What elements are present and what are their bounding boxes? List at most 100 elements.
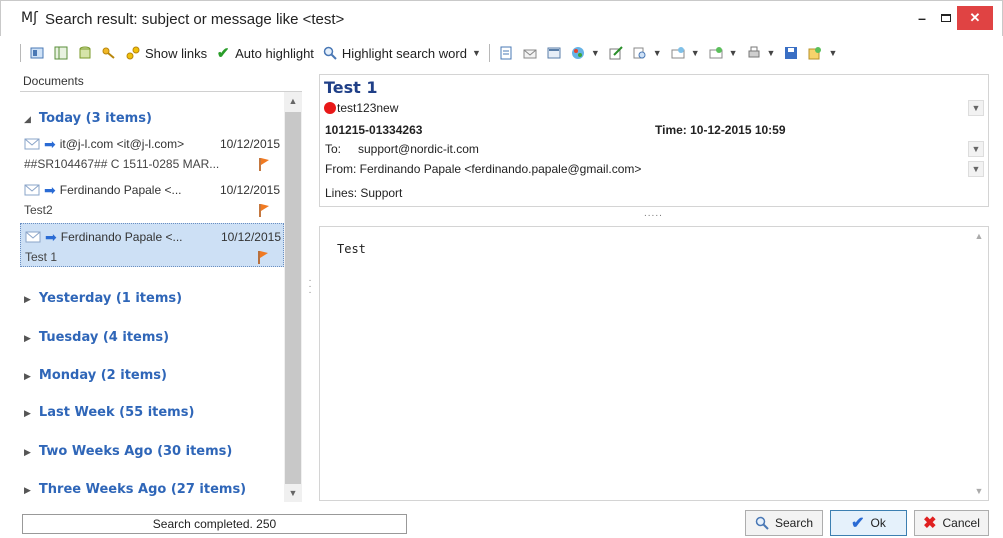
expand-triangle-icon: ▶ bbox=[24, 372, 31, 382]
group-tuesday[interactable]: ▶ Tuesday (4 items) bbox=[24, 330, 169, 345]
list-item-selected[interactable]: ➡ Ferdinando Papale <... 10/12/2015 Test… bbox=[20, 223, 284, 267]
group-label: Last Week (55 items) bbox=[38, 405, 195, 420]
ok-button-label: Ok bbox=[870, 516, 886, 530]
show-links-button[interactable]: Show links bbox=[145, 46, 207, 61]
message-body-scrollbar[interactable]: ▲ ▼ bbox=[970, 227, 988, 500]
expand-triangle-icon: ▶ bbox=[24, 486, 31, 496]
export-icon[interactable] bbox=[807, 45, 823, 61]
chevron-down-icon[interactable]: ▼ bbox=[691, 48, 700, 58]
group-last-week[interactable]: ▶ Last Week (55 items) bbox=[24, 405, 194, 420]
cancel-button-label: Cancel bbox=[942, 516, 980, 530]
message-tag: test123new bbox=[324, 101, 398, 115]
window-icon[interactable] bbox=[546, 45, 562, 61]
message-time: Time: 10-12-2015 10:59 bbox=[655, 123, 786, 137]
save-icon[interactable] bbox=[783, 45, 799, 61]
item-from: it@j-l.com <it@j-l.com> bbox=[59, 137, 185, 151]
item-date: 10/12/2015 bbox=[219, 183, 280, 197]
forward-arrow-icon: ➡ bbox=[45, 228, 57, 245]
expand-triangle-icon: ▶ bbox=[24, 448, 31, 458]
auto-highlight-button[interactable]: Auto highlight bbox=[235, 46, 314, 61]
print-icon[interactable] bbox=[746, 45, 762, 61]
group-label: Two Weeks Ago (30 items) bbox=[38, 444, 233, 459]
group-yesterday[interactable]: ▶ Yesterday (1 items) bbox=[24, 291, 182, 306]
toolbar-separator bbox=[20, 44, 21, 62]
expand-triangle-icon: ▶ bbox=[24, 295, 31, 305]
keys-icon[interactable] bbox=[125, 45, 141, 61]
document-list: ◢ Today (3 items) ➡ it@j-l.com <it@j-l.co… bbox=[20, 92, 284, 502]
message-header: Test 1 test123new ▼ 101215-01334263 Time… bbox=[319, 74, 989, 207]
close-button[interactable]: ✕ bbox=[957, 6, 993, 30]
window-title: Search result: subject or message like <… bbox=[45, 11, 345, 28]
chevron-down-icon[interactable]: ▼ bbox=[968, 141, 984, 157]
scroll-down-icon[interactable]: ▼ bbox=[284, 484, 302, 502]
chevron-down-icon[interactable]: ▼ bbox=[653, 48, 662, 58]
title-bar: Mʃ Search result: subject or message lik… bbox=[0, 0, 1003, 36]
scroll-up-icon[interactable]: ▲ bbox=[970, 227, 988, 245]
toolbar-separator bbox=[488, 44, 490, 62]
scroll-down-icon[interactable]: ▼ bbox=[970, 482, 988, 500]
ok-button[interactable]: ✔ Ok bbox=[830, 510, 907, 536]
item-subject: ##SR104467## C 1511-0285 MAR... bbox=[24, 157, 220, 171]
group-label: Today (3 items) bbox=[38, 111, 152, 126]
group-label: Yesterday (1 items) bbox=[38, 291, 183, 306]
group-label: Tuesday (4 items) bbox=[38, 330, 170, 345]
forward-icon[interactable] bbox=[708, 45, 724, 61]
open-envelope-icon[interactable] bbox=[522, 45, 538, 61]
group-today[interactable]: ◢ Today (3 items) bbox=[24, 111, 152, 126]
item-from: Ferdinando Papale <... bbox=[59, 183, 182, 197]
lines-field: Lines: Support bbox=[325, 186, 403, 200]
chevron-down-icon[interactable]: ▼ bbox=[968, 161, 984, 177]
documents-header: Documents bbox=[20, 70, 302, 92]
vertical-splitter[interactable]: · · · bbox=[308, 276, 312, 298]
app-logo: Mʃ bbox=[21, 10, 38, 26]
expand-triangle-icon: ▶ bbox=[24, 334, 31, 344]
item-date: 10/12/2015 bbox=[219, 137, 280, 151]
to-value: support@nordic-it.com bbox=[358, 142, 479, 156]
envelope-icon bbox=[24, 138, 40, 150]
search-button-label: Search bbox=[774, 516, 814, 530]
chevron-down-icon[interactable]: ▼ bbox=[767, 48, 776, 58]
chevron-down-icon[interactable]: ▼ bbox=[472, 48, 481, 58]
scroll-up-icon[interactable]: ▲ bbox=[284, 92, 302, 110]
message-id: 101215-01334263 bbox=[325, 123, 423, 137]
find-icon[interactable] bbox=[632, 45, 648, 61]
group-three-weeks-ago[interactable]: ▶ Three Weeks Ago (27 items) bbox=[24, 482, 246, 497]
list-item[interactable]: ➡ it@j-l.com <it@j-l.com> 10/12/2015 ##S… bbox=[20, 131, 284, 175]
preview-icon[interactable] bbox=[29, 45, 45, 61]
document-icon[interactable] bbox=[498, 45, 514, 61]
red-x-icon: ✖ bbox=[923, 515, 937, 532]
layout-icon[interactable] bbox=[53, 45, 69, 61]
chevron-down-icon[interactable]: ▼ bbox=[828, 48, 837, 58]
expand-triangle-icon: ▶ bbox=[24, 409, 31, 419]
forward-arrow-icon: ➡ bbox=[44, 181, 56, 198]
chevron-down-icon[interactable]: ▼ bbox=[591, 48, 600, 58]
red-dot-icon bbox=[324, 102, 336, 114]
tag-label: test123new bbox=[337, 101, 399, 115]
search-icon bbox=[322, 45, 338, 61]
key-icon[interactable] bbox=[101, 45, 117, 61]
list-item[interactable]: ➡ Ferdinando Papale <... 10/12/2015 Test… bbox=[20, 177, 284, 221]
reply-icon[interactable] bbox=[670, 45, 686, 61]
chevron-down-icon[interactable]: ▼ bbox=[729, 48, 738, 58]
flag-icon[interactable] bbox=[258, 157, 270, 171]
cancel-button[interactable]: ✖ Cancel bbox=[914, 510, 989, 536]
flag-icon[interactable] bbox=[257, 250, 269, 264]
message-body-text: Test bbox=[337, 242, 366, 256]
group-monday[interactable]: ▶ Monday (2 items) bbox=[24, 368, 167, 383]
forward-arrow-icon: ➡ bbox=[44, 135, 56, 152]
message-body[interactable]: Test ▲ ▼ bbox=[319, 226, 989, 501]
horizontal-splitter[interactable]: ..... bbox=[644, 208, 663, 219]
document-list-scrollbar[interactable]: ▲ ▼ bbox=[284, 92, 302, 502]
search-button[interactable]: Search bbox=[745, 510, 823, 536]
edit-note-icon[interactable] bbox=[608, 45, 624, 61]
database-icon[interactable] bbox=[77, 45, 93, 61]
chevron-down-icon[interactable]: ▼ bbox=[968, 100, 984, 116]
flag-icon[interactable] bbox=[258, 203, 270, 217]
scrollbar-thumb[interactable] bbox=[285, 112, 301, 484]
group-two-weeks-ago[interactable]: ▶ Two Weeks Ago (30 items) bbox=[24, 444, 232, 459]
envelope-icon bbox=[25, 231, 41, 243]
color-palette-icon[interactable] bbox=[570, 45, 586, 61]
highlight-search-word-button[interactable]: Highlight search word bbox=[342, 46, 467, 61]
from-line: From: Ferdinando Papale <ferdinando.papa… bbox=[325, 162, 642, 176]
item-subject: Test 1 bbox=[25, 250, 58, 264]
